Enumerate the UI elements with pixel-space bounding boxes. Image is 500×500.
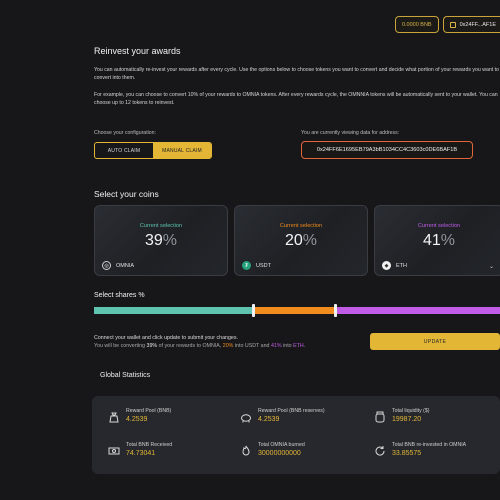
stat-total-bnb-received: Total BNB Received 74.73041 xyxy=(108,442,172,457)
selection-value: 39% xyxy=(144,232,178,249)
token-select[interactable]: ◆ ETH xyxy=(382,261,407,270)
current-selection-label: Current selection xyxy=(139,223,183,229)
stat-reward-pool-reserves: Reward Pool (BNB reserves) 4.2539 xyxy=(240,408,325,423)
token-select[interactable]: ₮ USDT xyxy=(242,261,271,270)
money-bag-icon xyxy=(109,412,119,423)
global-stats-title: Global Statistics xyxy=(100,372,151,379)
submit-line2: You will be converting 39% of your rewar… xyxy=(94,343,306,349)
share-segment-usdt xyxy=(252,307,334,314)
share-segment-eth xyxy=(333,307,500,314)
auto-claim-option[interactable]: AUTO CLAIM xyxy=(95,143,153,158)
viewing-address-field[interactable]: 0x24FF6E1695EB79A3bB1034CC4C3603c0DE6BAF… xyxy=(301,141,473,159)
current-selection-label: Current selection xyxy=(279,223,323,229)
config-label: Choose your configuration: xyxy=(94,130,156,136)
token-name: OMNIA xyxy=(116,262,135,269)
coins-title: Select your coins xyxy=(94,189,159,199)
slider-handle[interactable] xyxy=(333,304,337,317)
shares-title: Select shares % xyxy=(94,292,145,299)
jar-icon xyxy=(375,411,385,423)
token-name: ETH xyxy=(396,262,407,269)
share-segment-omnia xyxy=(94,307,253,314)
stat-total-liquidity: Total liquidity ($) 19987.20 xyxy=(374,408,429,423)
global-stats-panel: Reward Pool (BNB) 4.2539 Reward Pool (BNB… xyxy=(92,396,500,474)
selection-value: 41% xyxy=(422,232,456,249)
reinvest-example: For example, you can choose to convert 1… xyxy=(94,92,498,107)
reinvest-title: Reinvest your awards xyxy=(94,46,181,56)
money-stack-icon xyxy=(108,447,120,455)
stat-reward-pool: Reward Pool (BNB) 4.2539 xyxy=(108,408,171,423)
balance-badge: 0.0000 BNB xyxy=(394,16,439,33)
chevron-down-icon[interactable]: ⌄ xyxy=(489,263,494,270)
manual-claim-option[interactable]: MANUAL CLAIM xyxy=(153,143,211,158)
update-button[interactable]: UPDATE xyxy=(370,333,500,350)
stat-total-bnb-reinvested: Total BNB re-invested in OMNIA 33.85575 xyxy=(374,442,466,457)
fire-icon xyxy=(242,445,250,456)
piggy-bank-icon xyxy=(241,414,251,423)
viewing-label: You are currently viewing data for addre… xyxy=(301,130,400,136)
eth-icon: ◆ xyxy=(382,261,391,270)
coin-card-omnia[interactable]: Current selection 39% ◎ OMNIA xyxy=(94,205,228,276)
wallet-icon xyxy=(449,21,456,28)
current-selection-label: Current selection xyxy=(417,223,461,229)
submit-line1: Connect your wallet and click update to … xyxy=(94,335,238,341)
coin-card-eth[interactable]: Current selection 41% ◆ ETH ⌄ xyxy=(374,205,500,276)
top-bar: 0.0000 BNB 0x24FF...AF1E xyxy=(394,16,500,33)
shares-slider[interactable] xyxy=(94,304,500,317)
stat-total-omnia-burned: Total OMNIA burned 30000000000 xyxy=(240,442,305,457)
usdt-icon: ₮ xyxy=(242,261,251,270)
token-name: USDT xyxy=(256,262,271,269)
coin-card-usdt[interactable]: Current selection 20% ₮ USDT xyxy=(234,205,368,276)
refresh-icon xyxy=(375,446,385,456)
token-select[interactable]: ◎ OMNIA xyxy=(102,261,134,270)
reinvest-intro: You can automatically re-invest your rew… xyxy=(94,67,499,82)
selection-value: 20% xyxy=(284,232,318,249)
slider-handle[interactable] xyxy=(252,304,256,317)
wallet-address-label: 0x24FF...AF1E xyxy=(459,21,496,28)
config-toggle: AUTO CLAIM MANUAL CLAIM xyxy=(94,142,212,159)
submit-note: Connect your wallet and click update to … xyxy=(94,334,305,350)
omnia-icon: ◎ xyxy=(102,261,111,270)
wallet-address-button[interactable]: 0x24FF...AF1E xyxy=(442,16,500,33)
